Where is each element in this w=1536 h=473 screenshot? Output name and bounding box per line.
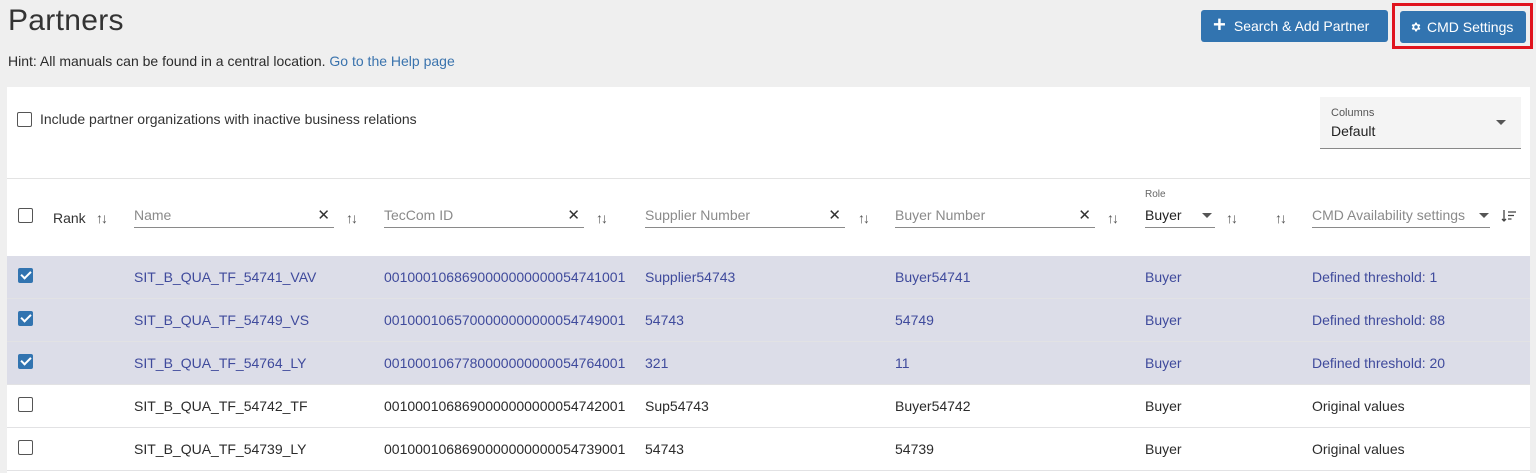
clear-supplier-number-filter-icon[interactable]: ✕: [828, 206, 841, 224]
cell-name: SIT_B_QUA_TF_54741_VAV: [134, 269, 317, 285]
sort-supplier-number-icon[interactable]: ↑↓: [858, 210, 870, 226]
cell-buyer-number: 54749: [895, 312, 934, 328]
table-header: Rank ↑↓ Name ✕ ↑↓ TecCom ID ✕ ↑↓ Supplie…: [7, 179, 1530, 256]
help-page-link[interactable]: Go to the Help page: [329, 53, 454, 69]
cmd-availability-filter-dropdown[interactable]: CMD Availability settings: [1312, 206, 1490, 228]
cmd-settings-label: CMD Settings: [1427, 19, 1514, 35]
cmd-availability-placeholder: CMD Availability settings: [1312, 207, 1466, 223]
gear-icon: [1411, 22, 1421, 32]
clear-name-filter-icon[interactable]: ✕: [317, 206, 330, 224]
cell-supplier-number: 54743: [645, 441, 684, 457]
cell-role: Buyer: [1145, 398, 1182, 414]
inactive-relations-checkbox[interactable]: [17, 111, 32, 127]
role-filter-value: Buyer: [1145, 207, 1182, 223]
chevron-down-icon: [1479, 213, 1489, 218]
buyer-number-filter-input[interactable]: Buyer Number ✕: [895, 206, 1095, 228]
cell-name: SIT_B_QUA_TF_54764_LY: [134, 355, 307, 371]
cell-name: SIT_B_QUA_TF_54739_LY: [134, 441, 307, 457]
select-all-checkbox[interactable]: [18, 208, 33, 223]
columns-dropdown-label: Columns: [1331, 107, 1375, 119]
rank-header: Rank: [53, 210, 86, 226]
chevron-down-icon: [1202, 213, 1212, 218]
sort-rank-icon[interactable]: ↑↓: [96, 210, 108, 226]
table-row[interactable]: SIT_B_QUA_TF_54741_VAV 001000106869000000…: [7, 256, 1530, 299]
cell-name: SIT_B_QUA_TF_54742_TF: [134, 398, 308, 414]
role-filter-dropdown[interactable]: Buyer: [1145, 206, 1215, 228]
role-filter-label: Role: [1145, 189, 1166, 200]
row-checkbox[interactable]: [18, 354, 33, 369]
columns-dropdown[interactable]: Columns Default: [1320, 97, 1521, 149]
sort-name-icon[interactable]: ↑↓: [346, 210, 358, 226]
row-checkbox[interactable]: [18, 440, 33, 455]
search-add-partner-label: Search & Add Partner: [1233, 18, 1370, 34]
cell-supplier-number: Supplier54743: [645, 269, 736, 285]
cell-supplier-number: Sup54743: [645, 398, 709, 414]
clear-buyer-number-filter-icon[interactable]: ✕: [1078, 206, 1091, 224]
cell-teccom-id: 0010001067780000000000054764001: [384, 355, 626, 371]
cell-role: Buyer: [1145, 269, 1182, 285]
cell-cmd-availability: Defined threshold: 1: [1312, 269, 1438, 285]
cell-buyer-number: Buyer54742: [895, 398, 971, 414]
chevron-down-icon: [1496, 120, 1506, 125]
search-add-partner-button[interactable]: + Search & Add Partner: [1201, 10, 1388, 42]
row-checkbox[interactable]: [18, 397, 33, 412]
sort-teccom-id-icon[interactable]: ↑↓: [596, 210, 608, 226]
cell-cmd-availability: Defined threshold: 20: [1312, 355, 1446, 371]
clear-teccom-id-filter-icon[interactable]: ✕: [567, 206, 580, 224]
cell-buyer-number: 11: [895, 355, 910, 371]
cell-cmd-availability: Defined threshold: 88: [1312, 312, 1446, 328]
cell-teccom-id: 0010001065700000000000054749001: [384, 312, 626, 328]
row-checkbox[interactable]: [18, 311, 33, 326]
page-title: Partners: [8, 4, 124, 37]
cell-supplier-number: 321: [645, 355, 669, 371]
row-checkbox[interactable]: [18, 268, 33, 283]
hint-text: Hint: All manuals can be found in a cent…: [8, 53, 455, 69]
cell-teccom-id: 0010001068690000000000054742001: [384, 398, 626, 414]
partners-panel: Include partner organizations with inact…: [7, 87, 1530, 473]
cell-role: Buyer: [1145, 312, 1182, 328]
cell-name: SIT_B_QUA_TF_54749_VS: [134, 312, 310, 328]
plus-icon: +: [1213, 12, 1226, 37]
table-row[interactable]: SIT_B_QUA_TF_54742_TF 0010001068690000000…: [7, 385, 1530, 428]
table-body: SIT_B_QUA_TF_54741_VAV 001000106869000000…: [7, 256, 1530, 471]
cell-role: Buyer: [1145, 441, 1182, 457]
teccom-id-filter-placeholder: TecCom ID: [384, 207, 454, 223]
buyer-number-filter-placeholder: Buyer Number: [895, 207, 986, 223]
cell-cmd-availability: Original values: [1312, 398, 1405, 414]
cell-buyer-number: 54739: [895, 441, 934, 457]
cell-role: Buyer: [1145, 355, 1182, 371]
cmd-settings-highlight: CMD Settings: [1392, 3, 1533, 49]
supplier-number-filter-placeholder: Supplier Number: [645, 207, 751, 223]
table-row[interactable]: SIT_B_QUA_TF_54764_LY 0010001067780000000…: [7, 342, 1530, 385]
name-filter-placeholder: Name: [134, 207, 172, 223]
sort-buyer-number-icon[interactable]: ↑↓: [1107, 210, 1119, 226]
inactive-relations-label: Include partner organizations with inact…: [40, 111, 417, 127]
table-row[interactable]: SIT_B_QUA_TF_54749_VS 0010001065700000000…: [7, 299, 1530, 342]
hint-label: Hint: All manuals can be found in a cent…: [8, 53, 326, 69]
teccom-id-filter-input[interactable]: TecCom ID ✕: [384, 206, 584, 228]
columns-dropdown-value: Default: [1331, 123, 1376, 139]
cell-teccom-id: 0010001068690000000000054741001: [384, 269, 626, 285]
inactive-relations-filter: Include partner organizations with inact…: [17, 111, 417, 127]
cell-supplier-number: 54743: [645, 312, 684, 328]
cmd-settings-button[interactable]: CMD Settings: [1400, 11, 1526, 43]
sort-descending-icon[interactable]: [1501, 209, 1517, 223]
supplier-number-filter-input[interactable]: Supplier Number ✕: [645, 206, 845, 228]
name-filter-input[interactable]: Name ✕: [134, 206, 334, 228]
cell-cmd-availability: Original values: [1312, 441, 1405, 457]
table-row[interactable]: SIT_B_QUA_TF_54739_LY 0010001068690000000…: [7, 428, 1530, 471]
cell-teccom-id: 0010001068690000000000054739001: [384, 441, 626, 457]
sort-role-icon[interactable]: ↑↓: [1226, 210, 1238, 226]
sort-extra-icon[interactable]: ↑↓: [1275, 210, 1287, 226]
cell-buyer-number: Buyer54741: [895, 269, 971, 285]
